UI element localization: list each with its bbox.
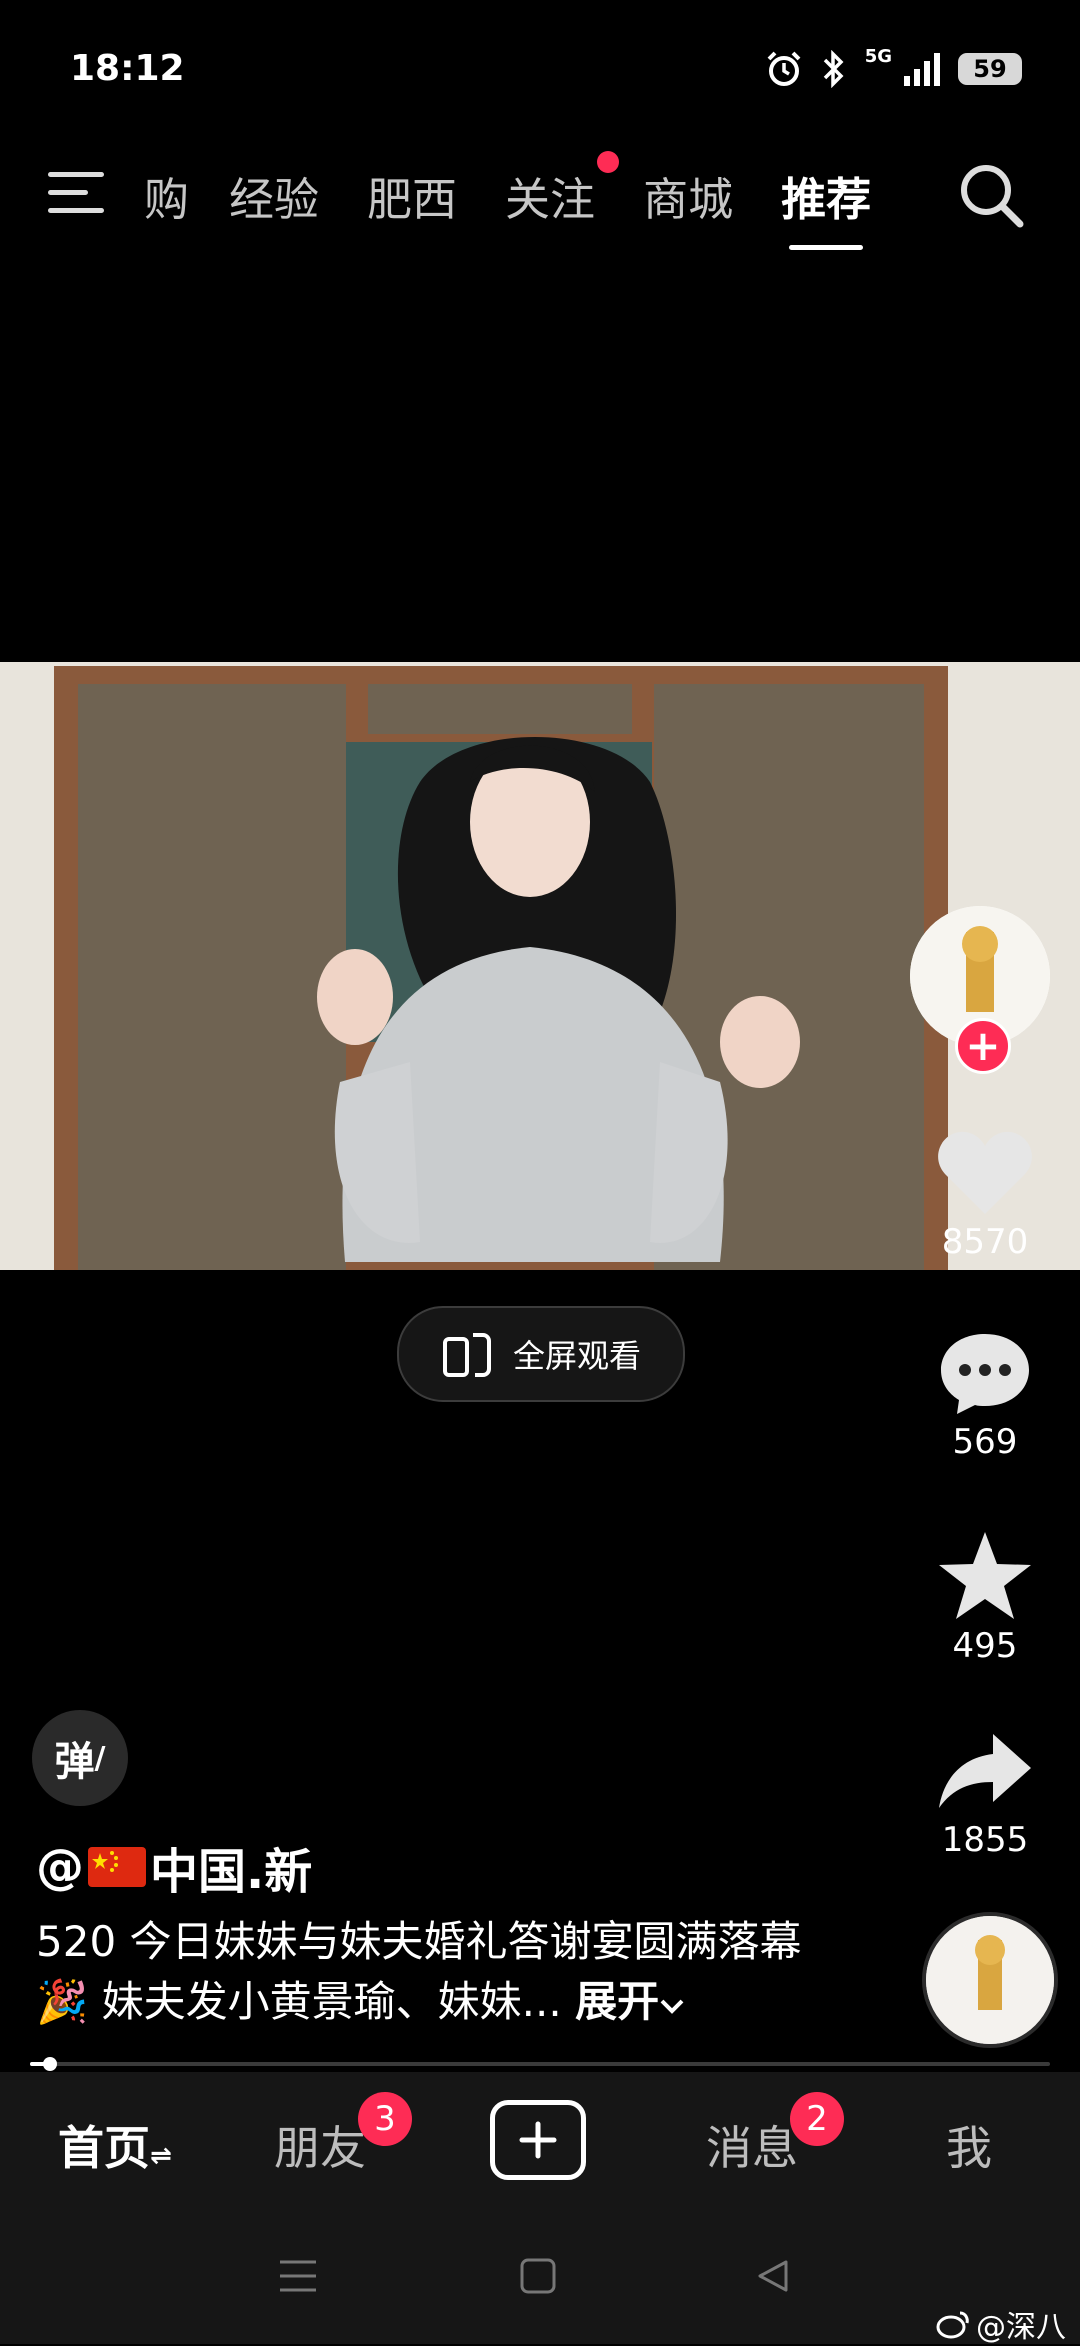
status-time: 18:12 <box>70 48 185 89</box>
tab-following-label: 关注 <box>505 172 596 226</box>
tab-recommend[interactable]: 推荐 <box>781 163 871 250</box>
top-tabs: 购 经验 肥西 关注 商城 推荐 <box>144 150 919 250</box>
menu-icon[interactable] <box>46 168 106 218</box>
nav-me[interactable]: 我 <box>946 2112 992 2178</box>
nav-home[interactable]: 首页⇌ <box>58 2112 172 2178</box>
post-description[interactable]: 520 今日妹妹与妹夫婚礼答谢宴圆满落幕🎉 妹夫发小黄景瑜、妹妹... 展开 <box>36 1912 836 2032</box>
tab-shopping[interactable]: 购 <box>144 163 189 228</box>
chevron-down-icon <box>660 1999 684 2014</box>
follow-button[interactable]: + <box>955 1018 1011 1074</box>
home-button-icon[interactable] <box>518 2256 558 2296</box>
comment-count: 569 <box>952 1422 1018 1462</box>
comment-icon <box>941 1334 1029 1414</box>
weibo-icon <box>936 2311 969 2339</box>
progress-knob[interactable] <box>43 2057 58 2071</box>
back-icon[interactable] <box>754 2256 794 2296</box>
notification-dot <box>597 150 620 173</box>
swap-icon: ⇌ <box>150 2141 172 2171</box>
messages-badge: 2 <box>790 2092 844 2146</box>
description-text: 520 今日妹妹与妹夫婚礼答谢宴圆满落幕🎉 妹夫发小黄景瑜、妹妹... <box>36 1917 802 2026</box>
music-disc[interactable] <box>922 1912 1058 2048</box>
like-count: 8570 <box>941 1222 1029 1262</box>
tab-experience[interactable]: 经验 <box>229 163 319 228</box>
favorite-count: 495 <box>952 1626 1018 1666</box>
favorite-button[interactable]: 495 <box>910 1530 1060 1666</box>
network-type: 5G <box>864 46 892 67</box>
author-handle[interactable]: @ 中国.新 <box>36 1832 312 1902</box>
video-progress-bar[interactable] <box>30 2057 1050 2071</box>
alarm-icon <box>767 51 801 86</box>
watermark: @深八 <box>936 2302 1066 2346</box>
star-icon <box>939 1532 1031 1619</box>
danmaku-label: 弹 <box>54 1739 95 1785</box>
heart-icon <box>938 1131 1032 1214</box>
expand-button[interactable]: 展开 <box>575 1977 685 2026</box>
author-prefix: @ <box>36 1839 84 1895</box>
author-name: 中国.新 <box>150 1844 313 1900</box>
share-button[interactable]: 1855 <box>910 1728 1060 1860</box>
fullscreen-button[interactable]: 全屏观看 <box>397 1306 685 1402</box>
battery-indicator: 59 <box>958 53 1022 85</box>
like-button[interactable]: 8570 <box>910 1128 1060 1262</box>
share-arrow-icon <box>939 1734 1031 1808</box>
share-count: 1855 <box>941 1820 1029 1860</box>
nav-messages[interactable]: 消息 <box>706 2112 798 2178</box>
danmaku-toggle[interactable]: 弹 / <box>32 1710 128 1806</box>
fullscreen-label: 全屏观看 <box>512 1337 641 1375</box>
plus-icon <box>519 2121 557 2159</box>
expand-label: 展开 <box>575 1977 660 2026</box>
tab-feixi[interactable]: 肥西 <box>367 163 457 228</box>
create-button[interactable] <box>490 2100 586 2180</box>
bluetooth-icon <box>823 50 844 88</box>
status-icons: 5G 59 <box>765 46 1022 88</box>
tab-following[interactable]: 关注 <box>505 150 620 228</box>
watermark-text: @深八 <box>976 2310 1066 2345</box>
nav-home-label: 首页 <box>58 2121 150 2175</box>
tab-mall[interactable]: 商城 <box>643 163 733 228</box>
recent-apps-icon[interactable] <box>276 2256 320 2296</box>
friends-badge: 3 <box>358 2092 412 2146</box>
music-disc-image <box>926 1916 1054 2044</box>
china-flag-icon <box>88 1847 146 1887</box>
signal-icon <box>904 53 940 86</box>
rotate-screen-icon <box>442 1333 491 1377</box>
nav-friends[interactable]: 朋友 <box>274 2112 366 2178</box>
comment-button[interactable]: 569 <box>910 1328 1060 1462</box>
search-icon[interactable] <box>956 160 1026 230</box>
